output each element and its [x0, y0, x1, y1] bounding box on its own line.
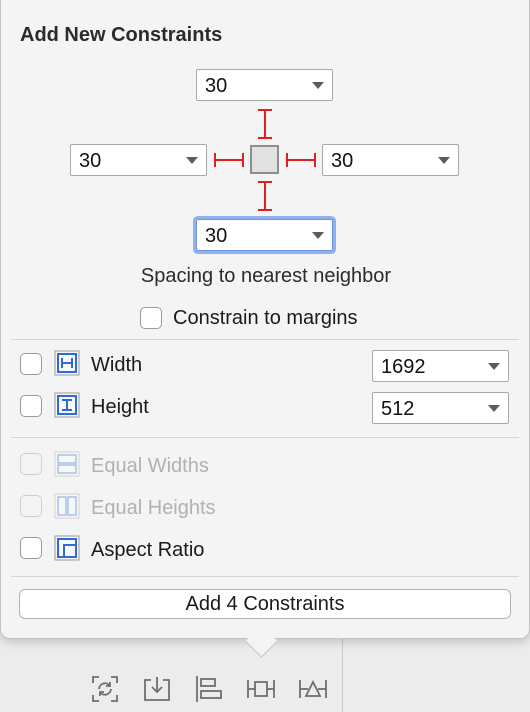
constrain-to-margins-label: Constrain to margins — [173, 307, 358, 329]
width-value-combo[interactable]: 1692 — [372, 350, 509, 382]
add-constraints-icon[interactable] — [246, 674, 276, 704]
add-constraints-popover: Add New Constraints 30 30 30 30 Spacing … — [0, 0, 530, 639]
constrain-to-margins-checkbox[interactable] — [140, 307, 162, 329]
aspect-ratio-checkbox[interactable] — [20, 537, 42, 559]
right-spacing-combo[interactable]: 30 — [322, 144, 459, 176]
chevron-down-icon[interactable] — [312, 82, 324, 89]
width-icon — [54, 350, 80, 376]
aspect-ratio-icon — [54, 535, 80, 561]
left-spacing-combo[interactable]: 30 — [70, 144, 207, 176]
chevron-down-icon[interactable] — [488, 363, 500, 370]
separator — [11, 437, 519, 438]
chevron-down-icon[interactable] — [186, 157, 198, 164]
equal-heights-label: Equal Heights — [91, 497, 216, 519]
height-icon — [54, 392, 80, 418]
bottom-constraint-toggle[interactable] — [253, 180, 277, 212]
chevron-down-icon[interactable] — [488, 405, 500, 412]
popover-title: Add New Constraints — [20, 24, 223, 46]
right-constraint-toggle[interactable] — [285, 148, 317, 172]
top-constraint-toggle[interactable] — [253, 108, 277, 140]
equal-heights-checkbox[interactable] — [20, 495, 42, 517]
chevron-down-icon[interactable] — [312, 232, 324, 239]
embed-in-icon[interactable] — [142, 674, 172, 704]
height-value-combo[interactable]: 512 — [372, 392, 509, 424]
top-spacing-value: 30 — [205, 75, 228, 97]
equal-widths-label: Equal Widths — [91, 455, 209, 477]
left-constraint-toggle[interactable] — [213, 148, 245, 172]
height-checkbox[interactable] — [20, 395, 42, 417]
height-label: Height — [91, 396, 149, 418]
bottom-spacing-value: 30 — [205, 225, 228, 247]
equal-widths-checkbox[interactable] — [20, 453, 42, 475]
aspect-ratio-label: Aspect Ratio — [91, 539, 205, 561]
align-icon[interactable] — [194, 674, 224, 704]
add-constraints-button[interactable]: Add 4 Constraints — [19, 589, 511, 619]
resolve-issues-icon[interactable] — [298, 674, 328, 704]
equal-widths-icon — [54, 451, 80, 477]
top-spacing-combo[interactable]: 30 — [196, 69, 333, 101]
update-frames-icon[interactable] — [90, 674, 120, 704]
separator — [11, 576, 519, 577]
width-label: Width — [91, 354, 143, 376]
width-checkbox[interactable] — [20, 353, 42, 375]
chevron-down-icon[interactable] — [438, 157, 450, 164]
selected-view-preview — [250, 145, 279, 174]
left-spacing-value: 30 — [79, 150, 102, 172]
right-spacing-value: 30 — [331, 150, 354, 172]
equal-heights-icon — [54, 493, 80, 519]
width-value: 1692 — [381, 356, 426, 378]
height-value: 512 — [381, 398, 415, 420]
separator — [11, 339, 519, 340]
bottom-spacing-combo[interactable]: 30 — [196, 219, 333, 251]
spacing-label: Spacing to nearest neighbor — [140, 265, 392, 287]
